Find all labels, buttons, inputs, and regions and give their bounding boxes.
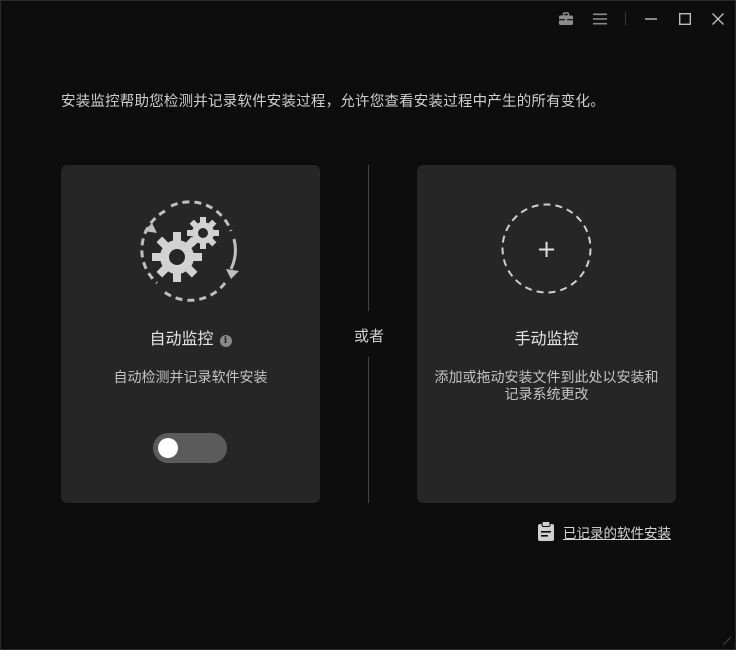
auto-monitor-card: 自动监控 i 自动检测并记录软件安装 bbox=[61, 165, 320, 503]
manual-monitor-title: 手动监控 bbox=[514, 329, 579, 348]
app-window: 安装监控帮助您检测并记录软件安装过程，允许您查看安装过程中产生的所有变化。 自动… bbox=[0, 0, 736, 650]
divider-top bbox=[368, 165, 369, 311]
titlebar-separator bbox=[625, 12, 626, 25]
recorded-installs-link[interactable]: 已记录的软件安装 bbox=[537, 521, 671, 542]
auto-monitor-title: 自动监控 i bbox=[61, 325, 320, 349]
add-file-drop-zone[interactable]: + bbox=[501, 203, 592, 294]
or-label: 或者 bbox=[353, 327, 384, 345]
manual-monitor-description: 添加或拖动安装文件到此处以安装和记录系统更改 bbox=[434, 370, 659, 403]
auto-monitor-title-text: 自动监控 bbox=[149, 329, 214, 348]
manual-monitor-card[interactable]: + 手动监控 添加或拖动安装文件到此处以安装和记录系统更改 bbox=[417, 165, 676, 503]
intro-text: 安装监控帮助您检测并记录软件安装过程，允许您查看安装过程中产生的所有变化。 bbox=[61, 94, 605, 110]
maximize-icon[interactable] bbox=[674, 9, 696, 29]
clipboard-icon bbox=[538, 521, 554, 541]
auto-monitor-description: 自动检测并记录软件安装 bbox=[113, 370, 268, 386]
info-icon[interactable]: i bbox=[219, 335, 232, 347]
plus-symbol: + bbox=[536, 234, 557, 263]
toggle-knob bbox=[158, 438, 178, 458]
close-icon[interactable] bbox=[707, 9, 729, 29]
menu-icon[interactable] bbox=[589, 9, 611, 29]
auto-monitor-toggle[interactable] bbox=[153, 433, 227, 463]
minimize-icon[interactable] bbox=[640, 9, 662, 29]
gears-sync-icon bbox=[140, 200, 239, 302]
divider-bottom bbox=[368, 357, 369, 503]
recorded-installs-label[interactable]: 已记录的软件安装 bbox=[563, 522, 671, 542]
toolbox-icon[interactable] bbox=[555, 9, 577, 29]
title-bar bbox=[1, 1, 735, 37]
resize-grip-icon[interactable] bbox=[722, 636, 732, 646]
